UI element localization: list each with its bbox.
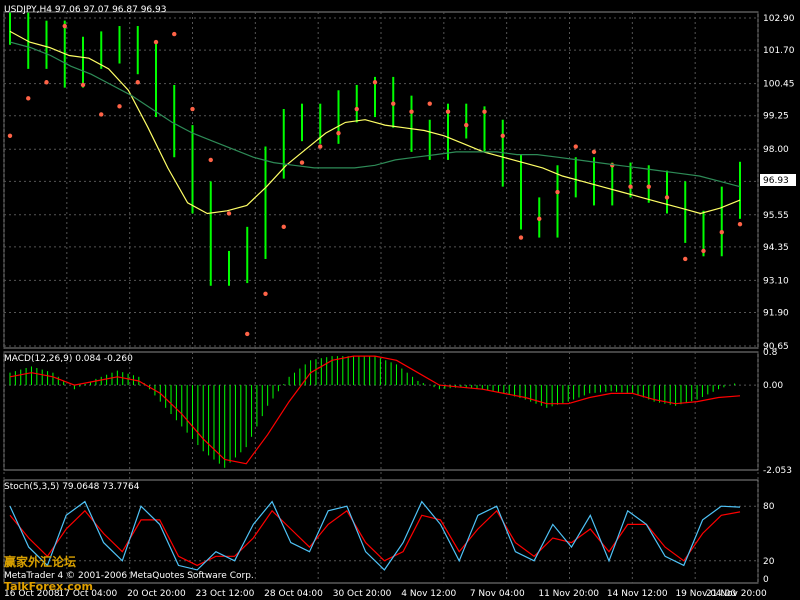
sar-dot xyxy=(664,195,670,200)
sar-dot xyxy=(500,133,505,139)
watermark-cn: 赢家外汇论坛 xyxy=(4,554,76,569)
macd-tick-label: 0.00 xyxy=(763,381,783,391)
stoch-main-line xyxy=(9,500,741,571)
x-tick-label: 20 Oct 20:00 xyxy=(127,589,186,599)
sar-dot xyxy=(172,31,177,37)
price-tick-label: 91.90 xyxy=(763,309,789,319)
sar-dot xyxy=(117,104,122,109)
sar-dot xyxy=(372,80,378,85)
stoch-header: Stoch(5,3,5) 79.0648 73.7764 xyxy=(4,482,140,492)
sar-dot xyxy=(62,23,67,29)
macd-tick-label: 0.8 xyxy=(763,348,778,358)
sar-dot xyxy=(80,82,86,88)
macd-panel[interactable] xyxy=(9,355,741,468)
current-price-label: 96.93 xyxy=(763,176,789,186)
sar-dot xyxy=(555,189,560,195)
sar-dot xyxy=(299,160,305,165)
stoch-tick-label: 0 xyxy=(763,575,769,585)
stoch-panel[interactable] xyxy=(9,500,741,571)
x-tick-label: 14 Nov 12:00 xyxy=(607,589,668,599)
price-tick-label: 94.35 xyxy=(763,243,789,253)
sar-dot xyxy=(537,216,542,222)
sar-dot xyxy=(701,248,706,254)
sar-dot xyxy=(391,101,396,106)
price-tick-label: 102.90 xyxy=(763,14,795,24)
sar-dot xyxy=(518,235,524,240)
sar-dot xyxy=(99,112,104,117)
mt4-chart-window: 102.90101.70100.4599.2598.0096.8095.5594… xyxy=(0,0,800,600)
x-tick-label: 11 Nov 20:00 xyxy=(538,589,599,599)
x-tick-label: 30 Oct 20:00 xyxy=(333,589,392,599)
sar-dot xyxy=(336,130,341,136)
sar-dot xyxy=(719,230,724,235)
symbol-header: USDJPY,H4 97.06 97.07 96.87 96.93 xyxy=(4,5,166,15)
price-tick-label: 95.55 xyxy=(763,211,789,221)
sar-dot xyxy=(7,133,13,139)
sar-dot xyxy=(482,109,487,114)
sar-dot xyxy=(226,211,232,216)
x-tick-label: 28 Oct 04:00 xyxy=(264,589,323,599)
sar-dot xyxy=(409,109,414,114)
macd-tick-label: -2.053 xyxy=(763,466,792,476)
stoch-tick-label: 20 xyxy=(763,557,775,567)
sar-dot xyxy=(646,184,651,189)
sar-dot xyxy=(318,144,323,149)
price-tick-label: 99.25 xyxy=(763,112,789,122)
price-tick-label: 101.70 xyxy=(763,46,795,56)
sar-dot xyxy=(683,256,688,262)
sar-dot xyxy=(464,122,469,128)
sar-dot xyxy=(628,184,633,189)
sar-dot xyxy=(591,149,597,155)
stoch-signal-line xyxy=(9,509,741,567)
sar-dot xyxy=(153,39,159,45)
x-tick-label: 23 Oct 12:00 xyxy=(196,589,255,599)
stoch-tick-label: 80 xyxy=(763,502,775,512)
sar-dot xyxy=(190,106,195,112)
x-tick-label: 21 Nov 20:00 xyxy=(706,589,767,599)
grid xyxy=(3,11,759,584)
sar-dot xyxy=(245,331,250,337)
sar-dot xyxy=(427,101,432,106)
sar-dot xyxy=(445,109,451,114)
sar-dot xyxy=(135,80,140,85)
macd-header: MACD(12,26,9) 0.084 -0.260 xyxy=(4,354,133,364)
price-tick-label: 98.00 xyxy=(763,145,789,155)
sar-dot xyxy=(573,144,578,149)
sar-dot xyxy=(44,80,49,85)
sar-dot xyxy=(737,221,743,227)
sar-dot xyxy=(354,106,359,112)
x-tick-label: 7 Nov 04:00 xyxy=(470,589,525,599)
watermark-url: TalkForex.com xyxy=(4,580,93,593)
x-tick-label: 4 Nov 12:00 xyxy=(401,589,456,599)
axes: 102.90101.70100.4599.2598.0096.8095.5594… xyxy=(4,14,795,599)
sar-dot xyxy=(208,157,213,163)
sar-dot xyxy=(26,96,31,101)
sar-dot xyxy=(281,224,286,230)
price-tick-label: 100.45 xyxy=(763,80,795,90)
sar-dot xyxy=(263,291,268,296)
price-tick-label: 93.10 xyxy=(763,276,789,286)
chart-canvas[interactable]: 102.90101.70100.4599.2598.0096.8095.5594… xyxy=(0,0,800,600)
